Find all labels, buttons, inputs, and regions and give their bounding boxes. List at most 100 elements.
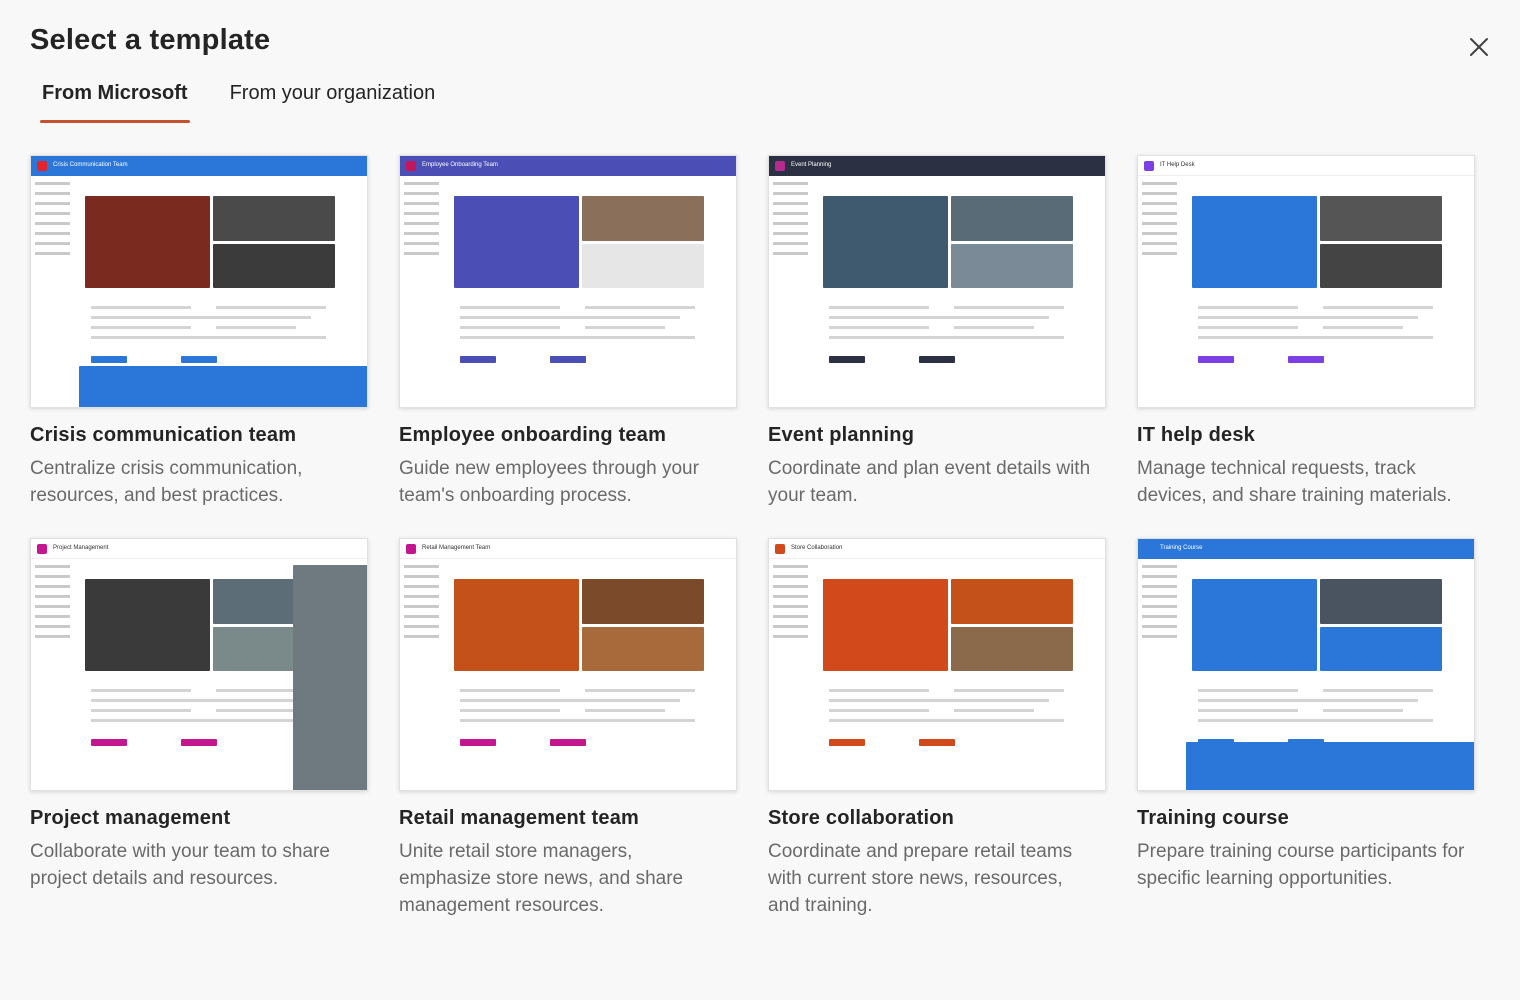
thumbnail-text-line <box>460 709 560 712</box>
template-thumbnail: Crisis Communication Team <box>30 155 368 408</box>
thumbnail-text-line <box>1198 306 1298 309</box>
thumbnail-text-line <box>585 689 695 692</box>
thumbnail-hero-image <box>85 196 210 288</box>
site-logo-icon <box>406 544 416 554</box>
thumbnail-text-line <box>954 689 1064 692</box>
template-card-store-collaboration[interactable]: Store Collaboration Store collaboration Co… <box>768 538 1106 919</box>
thumbnail-image <box>582 196 704 241</box>
thumbnail-hero-image <box>823 196 948 288</box>
template-card-project-management[interactable]: Project Management Project management Coll… <box>30 538 368 892</box>
thumbnail-image <box>951 244 1073 288</box>
thumbnail-text-line <box>1323 336 1433 339</box>
thumbnail-site-name: Crisis Communication Team <box>53 162 128 168</box>
thumbnail-image <box>582 627 704 671</box>
thumbnail-button <box>91 739 127 746</box>
thumbnail-text-line <box>460 306 560 309</box>
template-thumbnail: Project Management <box>30 538 368 791</box>
thumbnail-text-line <box>216 326 296 329</box>
template-description: Centralize crisis communication, resourc… <box>30 458 303 506</box>
thumbnail-image <box>582 244 704 288</box>
thumbnail-image <box>1320 579 1442 624</box>
template-thumbnail: Training Course <box>1137 538 1475 791</box>
thumbnail-text-line <box>91 316 221 319</box>
thumbnail-button <box>181 356 217 363</box>
thumbnail-text-line <box>829 699 959 702</box>
thumbnail-text-line <box>829 326 929 329</box>
thumbnail-hero-image <box>1192 196 1317 288</box>
dialog-title: Select a template <box>30 24 271 56</box>
thumbnail-text-line <box>1323 306 1433 309</box>
thumbnail-header: Project Management <box>31 539 367 559</box>
template-description: Guide new employees through your team's … <box>399 458 699 506</box>
template-description: Unite retail store managers, emphasize s… <box>399 841 684 916</box>
thumbnail-image <box>213 196 335 241</box>
tab-from-your-organization[interactable]: From your organization <box>218 80 448 124</box>
thumbnail-text-line <box>1198 719 1328 722</box>
thumbnail-button <box>1288 356 1324 363</box>
site-logo-icon <box>1144 544 1154 554</box>
thumbnail-text-line <box>216 316 311 319</box>
thumbnail-text-line <box>954 719 1064 722</box>
site-logo-icon <box>37 161 47 171</box>
thumbnail-text-line <box>585 719 695 722</box>
thumbnail-button <box>919 356 955 363</box>
template-title: Event planning <box>768 424 915 446</box>
thumbnail-text-line <box>1323 689 1433 692</box>
thumbnail-footer-band <box>1186 742 1474 790</box>
thumbnail-text-line <box>1198 336 1328 339</box>
thumbnail-nav <box>404 182 448 262</box>
thumbnail-header: Event Planning <box>769 156 1105 176</box>
site-logo-icon <box>37 544 47 554</box>
thumbnail-text-line <box>954 699 1049 702</box>
thumbnail-header: IT Help Desk <box>1138 156 1474 176</box>
template-title: Store collaboration <box>768 807 955 829</box>
thumbnail-hero-image <box>1192 579 1317 671</box>
thumbnail-image <box>951 196 1073 241</box>
thumbnail-image <box>213 244 335 288</box>
thumbnail-text-line <box>1323 709 1403 712</box>
template-card-employee-onboarding-team[interactable]: Employee Onboarding Team Employee onboard… <box>399 155 737 509</box>
thumbnail-text-line <box>829 719 959 722</box>
template-thumbnail: Event Planning <box>768 155 1106 408</box>
thumbnail-header: Retail Management Team <box>400 539 736 559</box>
thumbnail-text-line <box>1198 689 1298 692</box>
thumbnail-text-line <box>91 709 191 712</box>
template-description: Collaborate with your team to share proj… <box>30 841 330 889</box>
thumbnail-button <box>550 739 586 746</box>
template-thumbnail: Retail Management Team <box>399 538 737 791</box>
thumbnail-hero-image <box>454 196 579 288</box>
tab-from-microsoft[interactable]: From Microsoft <box>30 80 200 124</box>
template-card-crisis-communication-team[interactable]: Crisis Communication Team Crisis communic… <box>30 155 368 509</box>
thumbnail-nav <box>404 565 448 645</box>
thumbnail-image <box>951 627 1073 671</box>
thumbnail-button <box>919 739 955 746</box>
thumbnail-text-line <box>585 316 680 319</box>
close-icon <box>1470 38 1488 56</box>
template-card-training-course[interactable]: Training Course Training course Prepare tr… <box>1137 538 1475 892</box>
thumbnail-image <box>1320 244 1442 288</box>
thumbnail-text-line <box>1323 699 1418 702</box>
thumbnail-text-line <box>1198 699 1328 702</box>
thumbnail-header: Training Course <box>1138 539 1474 559</box>
thumbnail-text-line <box>585 336 695 339</box>
thumbnail-site-name: Project Management <box>53 545 109 551</box>
template-thumbnail: Employee Onboarding Team <box>399 155 737 408</box>
tab-list: From Microsoft From your organization <box>30 80 465 124</box>
thumbnail-text-line <box>954 316 1049 319</box>
close-button[interactable] <box>1464 32 1494 62</box>
thumbnail-text-line <box>1323 719 1433 722</box>
thumbnail-text-line <box>829 689 929 692</box>
thumbnail-button <box>460 739 496 746</box>
thumbnail-text-line <box>1198 316 1328 319</box>
template-card-retail-management-team[interactable]: Retail Management Team Retail management … <box>399 538 737 919</box>
thumbnail-button <box>181 739 217 746</box>
template-card-event-planning[interactable]: Event Planning Event planning Coordinate a… <box>768 155 1106 509</box>
template-card-it-help-desk[interactable]: IT Help Desk IT help desk Manage technical… <box>1137 155 1475 509</box>
thumbnail-text-line <box>585 699 680 702</box>
site-logo-icon <box>775 161 785 171</box>
thumbnail-text-line <box>1198 326 1298 329</box>
thumbnail-text-line <box>91 689 191 692</box>
thumbnail-site-name: Store Collaboration <box>791 545 843 551</box>
template-title: Training course <box>1137 807 1289 829</box>
thumbnail-text-line <box>91 336 221 339</box>
